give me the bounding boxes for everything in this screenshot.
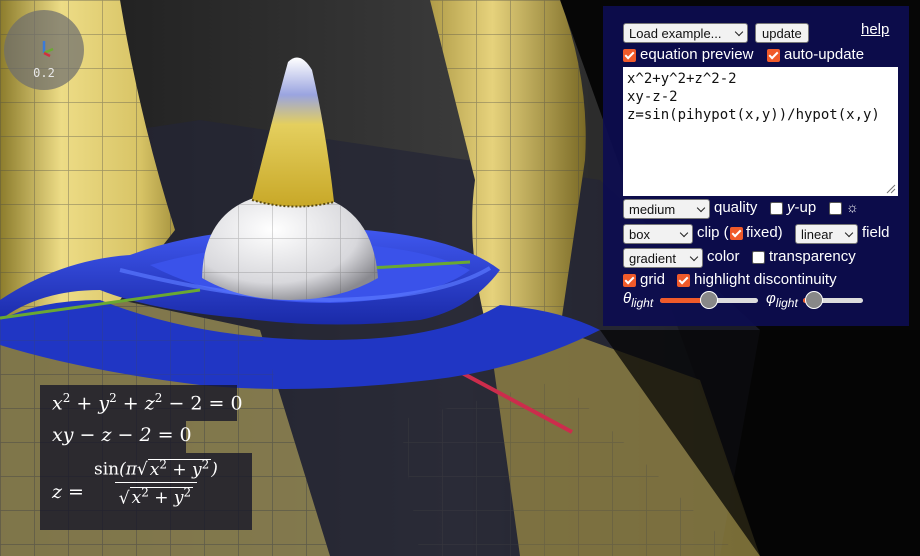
sun-icon: ☼ [846,199,859,215]
clip-fixed-checkbox[interactable] [730,227,743,240]
color-label: color [707,248,740,265]
transparency-checkbox[interactable] [752,251,765,264]
equation-preview-checkbox[interactable] [623,49,636,62]
clip-label: clip ( [697,224,729,241]
phi-light-label: φlight [766,290,798,310]
clip-fixed-label: fixed) [746,224,783,241]
theta-light-slider[interactable] [660,291,758,309]
field-label: field [862,224,890,241]
light-toggle-checkbox[interactable] [829,202,842,215]
field-select[interactable]: linear [795,224,858,244]
equation-preview-1: x2 + y2 + z2 − 2 = 0 [40,385,243,421]
equation-preview-2: xy − z − 2 = 0 [40,421,192,453]
transparency-label: transparency [769,248,856,265]
highlight-discontinuity-label: highlight discontinuity [694,271,837,288]
quality-label: quality [714,199,758,216]
clip-select[interactable]: box [623,224,693,244]
theta-light-label: θlight [623,290,654,310]
resize-handle-icon[interactable] [885,183,896,194]
grid-checkbox[interactable] [623,274,636,287]
equation-preview-label: equation preview [640,46,754,63]
auto-update-checkbox[interactable] [767,49,780,62]
theta-slider-thumb[interactable] [700,291,718,309]
y-up-label: y-up [787,199,817,216]
phi-light-slider[interactable] [803,291,863,309]
help-link[interactable]: help [861,21,889,38]
quality-select[interactable]: medium [623,199,710,219]
equation-preview-3: z = sin(π√ x2 + y2) √ x2 + y2 [40,453,252,530]
color-select[interactable]: gradient [623,248,703,268]
equation-textarea[interactable]: x^2+y^2+z^2-2 xy-z-2 z=sin(pihypot(x,y))… [623,67,898,196]
y-up-checkbox[interactable] [770,202,783,215]
scale-label: 0.2 [33,66,55,80]
load-example-select[interactable]: Load example... [623,23,748,43]
phi-slider-thumb[interactable] [805,291,823,309]
grid-label: grid [640,271,666,288]
auto-update-label: auto-update [784,46,865,63]
highlight-discontinuity-checkbox[interactable] [677,274,690,287]
update-button[interactable]: update [755,23,809,43]
control-panel: Load example... update help equation pre… [603,6,909,326]
axis-orientation-gizmo[interactable]: 0.2 [4,10,84,90]
